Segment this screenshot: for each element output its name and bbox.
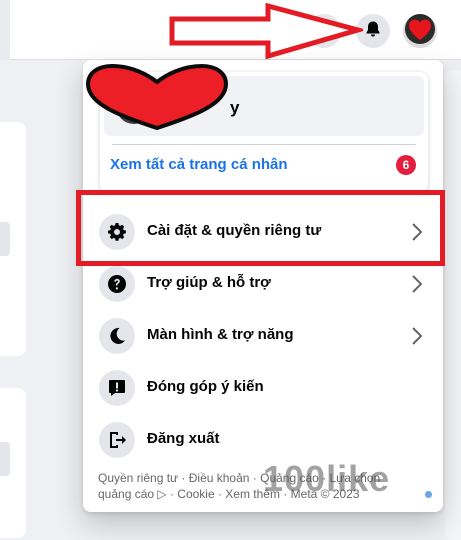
bell-icon [364,20,382,43]
moon-icon [99,318,135,354]
feedback-icon [99,370,135,406]
menu-item-label: Đóng góp ý kiến [147,378,264,395]
heart-avatar-icon [405,13,435,49]
card-divider [112,144,416,145]
topbar-left-edge [0,0,10,60]
chevron-right-icon [411,274,423,299]
background-right-panel [445,70,461,540]
menu-item-label: Đăng xuất [147,430,220,447]
heart-sticker-overlay [82,63,232,135]
watermark-text: 100like [263,458,391,499]
watermark-dot [425,491,432,498]
logout-icon [99,422,135,458]
settings-highlight-box [76,190,445,266]
menu-item-label: Màn hình & trợ năng [147,326,294,343]
see-all-profiles-link[interactable]: Xem tất cả trang cá nhân [110,156,288,173]
background-card-button [0,222,10,256]
chevron-right-icon [411,326,423,351]
profiles-count-badge: 6 [396,155,416,175]
menu-item-label: Trợ giúp & hỗ trợ [147,274,271,291]
account-avatar-button[interactable] [403,13,437,49]
question-icon [99,266,135,302]
annotation-arrow [168,2,368,66]
menu-item-give-feedback[interactable]: Đóng góp ý kiến [91,362,435,414]
menu-item-display-accessibility[interactable]: Màn hình & trợ năng [91,310,435,362]
background-card-button [0,442,10,476]
